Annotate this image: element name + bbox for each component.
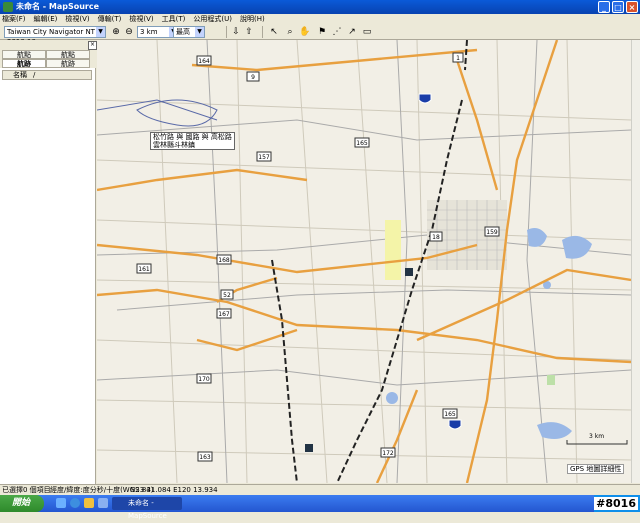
svg-text:164: 164 <box>198 58 210 65</box>
svg-text:163: 163 <box>199 454 211 461</box>
svg-text:161: 161 <box>138 266 150 273</box>
map-view[interactable]: 164 9 1 165 157 168 18 159 161 52 167 17… <box>97 40 631 483</box>
menu-view[interactable]: 檢視(V) <box>65 14 89 24</box>
svg-text:168: 168 <box>218 257 230 264</box>
svg-text:9: 9 <box>251 74 255 81</box>
park-area <box>385 220 401 280</box>
tooltip-line1: 松竹路 與 國路 與 高松路 <box>153 133 232 141</box>
status-selection: 已選擇0 個項目 <box>2 486 51 494</box>
menu-edit[interactable]: 編輯(E) <box>34 14 58 24</box>
quicklaunch-app-icon[interactable] <box>98 498 108 508</box>
svg-text:159: 159 <box>486 229 498 236</box>
status-bar: 已選擇0 個項目 經度/緯度:度分秒/十度(WGS 84) N23 31.084… <box>0 484 640 495</box>
road-shield-165: 165 <box>354 137 370 148</box>
route-tool-icon[interactable]: ⋰ <box>331 26 343 38</box>
poi-marker-icon <box>405 268 413 276</box>
tab-tracks-2[interactable]: 航跡 <box>46 59 90 68</box>
tab-tracks[interactable]: 航跡 <box>2 59 46 68</box>
road-shield-172: 172 <box>380 447 396 458</box>
road-shield-52: 52 <box>220 289 234 300</box>
zoom-scale-value: 3 km <box>140 28 158 36</box>
poi-marker-icon-2 <box>305 444 313 452</box>
menu-bar: 檔案(F) 編輯(E) 檢視(V) 傳輸(T) 檢視(V) 工具(T) 公用程式… <box>0 14 640 24</box>
quicklaunch-folder-icon[interactable] <box>84 498 94 508</box>
svg-text:165: 165 <box>356 140 368 147</box>
select-tool-icon[interactable]: ↖ <box>268 26 280 38</box>
watermark-label: #8016 <box>594 497 638 510</box>
road-shield-167: 167 <box>216 308 232 319</box>
start-button[interactable]: 開始 <box>0 495 44 512</box>
road-shield-157: 157 <box>256 151 272 162</box>
svg-text:52: 52 <box>223 292 231 299</box>
svg-text:170: 170 <box>198 376 210 383</box>
close-button[interactable]: × <box>626 1 638 13</box>
green-area <box>547 375 555 385</box>
tab-routes[interactable]: 航點 <box>46 50 90 59</box>
vertical-scrollbar[interactable] <box>631 40 640 483</box>
data-panel: 航點 航點 航跡 航跡 × 名稱 / <box>0 40 97 484</box>
close-panel-icon[interactable]: × <box>88 41 97 50</box>
svg-text:165: 165 <box>444 411 456 418</box>
location-tooltip: 松竹路 與 國路 與 高松路 雲林縣斗林鎮 <box>150 132 235 150</box>
column-header-name[interactable]: 名稱 / <box>2 70 92 80</box>
road-shield-168: 168 <box>216 254 232 265</box>
menu-file[interactable]: 檔案(F) <box>2 14 26 24</box>
mapsource-app-icon <box>3 2 13 12</box>
zoom-in-icon[interactable]: ⊕ <box>110 26 122 38</box>
status-coordinates: N23 31.084 E120 13.934 <box>130 486 218 494</box>
measure-tool-icon[interactable]: ▭ <box>360 26 374 38</box>
svg-text:3 km: 3 km <box>589 433 604 440</box>
menu-tools[interactable]: 工具(T) <box>162 14 186 24</box>
road-shield-163: 163 <box>197 451 213 462</box>
panel-tabs: 航點 航點 航跡 航跡 × <box>0 40 97 68</box>
map-attribution: GPS 地圖詳細性 <box>567 464 625 474</box>
sort-indicator-icon: / <box>33 71 36 79</box>
road-shield-18: 18 <box>429 231 443 242</box>
hand-tool-icon[interactable]: ✋ <box>299 26 311 38</box>
menu-help[interactable]: 說明(H) <box>240 14 265 24</box>
minimize-button[interactable]: _ <box>598 1 610 13</box>
zoom-tool-icon[interactable]: ⌕ <box>284 26 296 38</box>
svg-text:167: 167 <box>218 311 230 318</box>
maximize-button[interactable]: □ <box>612 1 624 13</box>
window-title: 未命名 - MapSource <box>16 2 100 11</box>
detail-level-value: 最高 <box>176 28 190 36</box>
track-tool-icon[interactable]: ↗ <box>346 26 358 38</box>
road-shield-170: 170 <box>196 373 212 384</box>
zoom-out-icon[interactable]: ⊖ <box>123 26 135 38</box>
road-shield-159: 159 <box>484 226 500 237</box>
toolbar-separator <box>262 26 263 38</box>
column-name-label: 名稱 <box>13 71 27 79</box>
taskbar-item-mapsource[interactable]: 未命名 - MapSource <box>112 497 182 520</box>
road-shield-165b: 165 <box>442 408 458 419</box>
chevron-down-icon: ▼ <box>195 27 204 37</box>
detail-level-select[interactable]: 最高 ▼ <box>173 26 205 38</box>
waypoint-tool-icon[interactable]: ⚑ <box>316 26 328 38</box>
receive-from-device-icon[interactable]: ⇩ <box>230 26 242 38</box>
svg-text:1: 1 <box>456 55 460 62</box>
road-shield-161: 161 <box>136 263 152 274</box>
quicklaunch-browser-icon[interactable] <box>70 498 80 508</box>
svg-text:18: 18 <box>432 234 440 241</box>
menu-transfer[interactable]: 傳輸(T) <box>98 14 122 24</box>
map-product-select[interactable]: Taiwan City Navigator NT 2010.10 ▼ <box>4 26 106 46</box>
map-canvas[interactable]: 164 9 1 165 157 168 18 159 161 52 167 17… <box>97 40 631 483</box>
tab-waypoints[interactable]: 航點 <box>2 50 46 59</box>
quicklaunch-desktop-icon[interactable] <box>56 498 66 508</box>
tooltip-line2: 雲林縣斗林鎮 <box>153 141 195 149</box>
road-shield-9: 9 <box>246 71 260 82</box>
svg-text:172: 172 <box>382 450 394 457</box>
window-titlebar: 未命名 - MapSource _ □ × <box>0 0 640 14</box>
chevron-down-icon: ▼ <box>96 27 105 37</box>
road-shield-1: 1 <box>452 52 464 63</box>
windows-taskbar: 開始 未命名 - MapSource <box>0 495 640 520</box>
toolbar-separator <box>226 26 227 38</box>
road-shield-164: 164 <box>196 55 212 66</box>
menu-utilities[interactable]: 公用程式(U) <box>193 14 232 24</box>
menu-view-2[interactable]: 檢視(V) <box>129 14 153 24</box>
svg-text:157: 157 <box>258 154 270 161</box>
send-to-device-icon[interactable]: ⇧ <box>243 26 255 38</box>
window-controls: _ □ × <box>598 1 638 13</box>
toolbar: Taiwan City Navigator NT 2010.10 ▼ ⊕ ⊖ 3… <box>0 24 640 46</box>
